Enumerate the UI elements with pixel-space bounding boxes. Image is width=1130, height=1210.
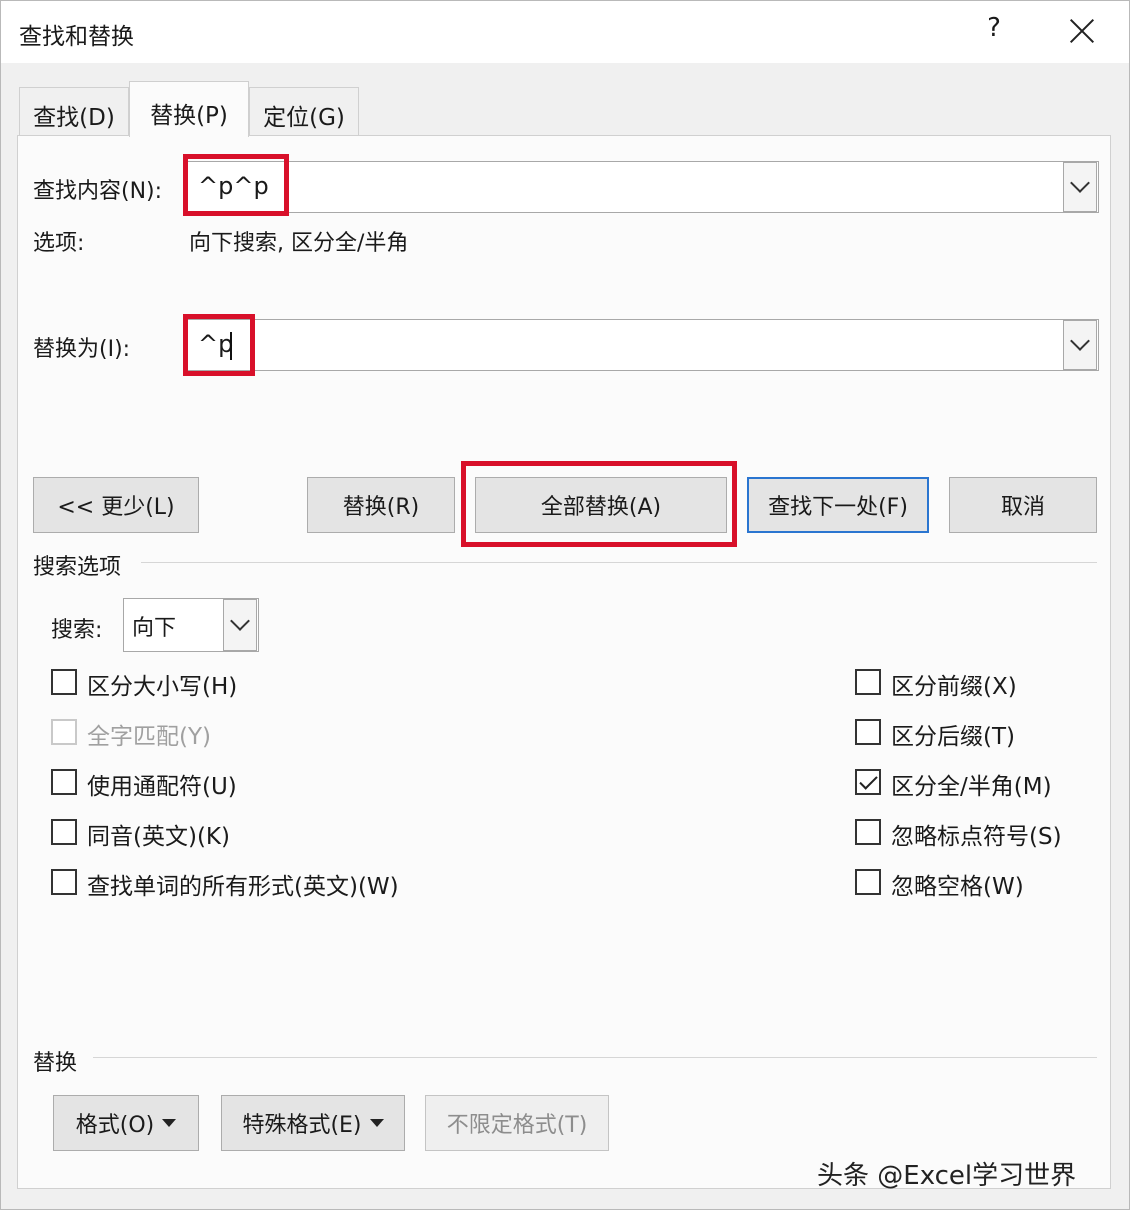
tab-goto-label: 定位(G) (263, 105, 345, 131)
tab-goto[interactable]: 定位(G) (249, 87, 359, 135)
options-value: 向下搜索, 区分全/半角 (189, 231, 409, 256)
special-format-label: 特殊格式(E) (242, 1113, 362, 1138)
special-format-button[interactable]: 特殊格式(E) (221, 1095, 405, 1151)
match-case-checkbox[interactable] (51, 669, 77, 695)
cancel-button[interactable]: 取消 (949, 477, 1097, 533)
all-word-forms-option[interactable]: 查找单词的所有形式(英文)(W) (51, 869, 451, 900)
match-suffix-checkbox[interactable] (855, 719, 881, 745)
no-formatting-button: 不限定格式(T) (425, 1095, 609, 1151)
find-next-button[interactable]: 查找下一处(F) (747, 477, 929, 533)
dropdown-arrow-icon (369, 1119, 384, 1127)
whole-word-checkbox (51, 719, 77, 745)
search-options-title: 搜索选项 (33, 555, 122, 580)
wildcards-option[interactable]: 使用通配符(U) (51, 769, 291, 800)
chevron-down-icon (1070, 173, 1090, 193)
replace-section-title: 替换 (33, 1051, 78, 1076)
tab-replace-label: 替换(P) (150, 103, 228, 129)
watermark-text: 头条 @Excel学习世界 (817, 1161, 1077, 1191)
find-label: 查找内容(N): (33, 179, 163, 204)
tab-find[interactable]: 查找(D) (19, 87, 129, 135)
match-prefix-label: 区分前缀(X) (891, 674, 1017, 700)
sounds-like-checkbox[interactable] (51, 819, 77, 845)
match-width-checkbox[interactable] (855, 769, 881, 795)
match-suffix-option[interactable]: 区分后缀(T) (855, 719, 1075, 750)
search-direction-value: 向下 (132, 616, 177, 641)
help-button[interactable]: ? (981, 13, 1007, 49)
find-combobox[interactable]: ^p^p (187, 161, 1099, 213)
less-button[interactable]: << 更少(L) (33, 477, 199, 533)
ignore-whitespace-checkbox[interactable] (855, 869, 881, 895)
ignore-punctuation-option[interactable]: 忽略标点符号(S) (855, 819, 1085, 850)
replace-highlight-box (183, 314, 255, 376)
chevron-down-icon (230, 611, 250, 631)
sounds-like-label: 同音(英文)(K) (87, 824, 230, 850)
ignore-whitespace-option[interactable]: 忽略空格(W) (855, 869, 1075, 900)
format-button-label: 格式(O) (75, 1113, 155, 1138)
window-title: 查找和替换 (19, 24, 134, 50)
title-bar: 查找和替换 ? (1, 1, 1129, 63)
find-highlight-box (183, 154, 289, 216)
replace-panel (17, 135, 1111, 1189)
wildcards-checkbox[interactable] (51, 769, 77, 795)
replace-dropdown-button[interactable] (1063, 320, 1097, 370)
ignore-punctuation-checkbox[interactable] (855, 819, 881, 845)
whole-word-option: 全字匹配(Y) (51, 719, 291, 750)
ignore-punctuation-label: 忽略标点符号(S) (891, 824, 1062, 850)
match-prefix-option[interactable]: 区分前缀(X) (855, 669, 1075, 700)
tab-find-label: 查找(D) (33, 105, 115, 131)
dropdown-arrow-icon (162, 1119, 177, 1127)
format-button[interactable]: 格式(O) (53, 1095, 199, 1151)
checkmark-icon (859, 771, 878, 790)
tab-replace[interactable]: 替换(P) (129, 81, 249, 137)
all-word-forms-label: 查找单词的所有形式(英文)(W) (87, 874, 399, 900)
match-case-option[interactable]: 区分大小写(H) (51, 669, 291, 700)
search-direction-dropdown-button[interactable] (223, 599, 257, 651)
find-dropdown-button[interactable] (1063, 162, 1097, 212)
wildcards-label: 使用通配符(U) (87, 774, 237, 800)
match-prefix-checkbox[interactable] (855, 669, 881, 695)
match-width-option[interactable]: 区分全/半角(M) (855, 769, 1075, 800)
find-replace-dialog: 查找和替换 ? 查找(D) 替换(P) 定位(G) 查找内容(N): ^p^p … (0, 0, 1130, 1210)
match-case-label: 区分大小写(H) (87, 674, 238, 700)
replace-button[interactable]: 替换(R) (307, 477, 455, 533)
ignore-whitespace-label: 忽略空格(W) (891, 874, 1024, 900)
replace-combobox[interactable]: ^p (187, 319, 1099, 371)
replace-all-highlight-box (461, 461, 737, 547)
whole-word-label: 全字匹配(Y) (87, 724, 211, 750)
replace-section-divider (93, 1057, 1097, 1058)
search-direction-label: 搜索: (51, 618, 103, 643)
chevron-down-icon (1070, 331, 1090, 351)
search-options-divider (141, 562, 1097, 563)
sounds-like-option[interactable]: 同音(英文)(K) (51, 819, 291, 850)
all-word-forms-checkbox[interactable] (51, 869, 77, 895)
match-width-label: 区分全/半角(M) (891, 774, 1052, 800)
match-suffix-label: 区分后缀(T) (891, 724, 1015, 750)
close-icon[interactable] (1063, 13, 1101, 51)
options-label: 选项: (33, 231, 85, 256)
replace-label: 替换为(I): (33, 337, 131, 362)
